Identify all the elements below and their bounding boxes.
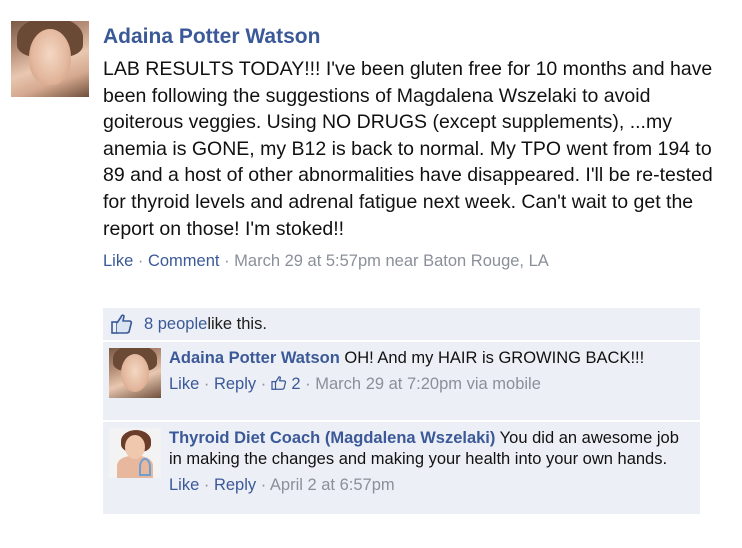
comment-reply-link[interactable]: Reply bbox=[214, 375, 256, 393]
awareness-ribbon-icon bbox=[139, 458, 151, 476]
post-author-avatar[interactable] bbox=[11, 21, 89, 97]
comment-item: Thyroid Diet Coach (Magdalena Wszelaki) … bbox=[103, 422, 700, 514]
separator: · bbox=[199, 476, 214, 494]
separator: · bbox=[300, 375, 316, 393]
comment-timestamp[interactable]: April 2 at 6:57pm bbox=[270, 476, 395, 494]
avatar-face bbox=[125, 435, 145, 459]
separator: · bbox=[199, 375, 214, 393]
comment-like-link[interactable]: Like bbox=[169, 375, 199, 393]
comment-like-link[interactable]: Like bbox=[169, 476, 199, 494]
commenter-avatar[interactable] bbox=[109, 348, 161, 398]
separator: · bbox=[256, 476, 270, 494]
likes-count-link[interactable]: 8 people bbox=[144, 315, 207, 334]
likes-suffix: like this. bbox=[207, 314, 267, 333]
comment-timestamp[interactable]: March 29 at 7:20pm via mobile bbox=[315, 375, 541, 393]
thumbs-up-icon bbox=[271, 376, 286, 390]
comment-like-count[interactable]: 2 bbox=[271, 375, 301, 393]
comment-text-block: Thyroid Diet Coach (Magdalena Wszelaki) … bbox=[169, 428, 692, 470]
comment-actions: Like · Reply · April 2 at 6:57pm bbox=[169, 474, 692, 496]
comment-link[interactable]: Comment bbox=[148, 252, 220, 270]
comment-actions: Like · Reply · 2 · March 29 at 7:20pm vi… bbox=[169, 373, 692, 395]
separator: · bbox=[133, 252, 148, 271]
post-author-name[interactable]: Adaina Potter Watson bbox=[103, 24, 723, 50]
separator: · bbox=[256, 375, 271, 393]
post-actions: Like · Comment · March 29 at 5:57pm near… bbox=[103, 250, 723, 272]
avatar-face bbox=[121, 354, 149, 392]
post-body: LAB RESULTS TODAY!!! I've been gluten fr… bbox=[103, 58, 713, 240]
comment-item: Adaina Potter Watson OH! And my HAIR is … bbox=[103, 342, 700, 420]
likes-summary: 8 people like this. bbox=[103, 308, 700, 340]
comments-section: 8 people like this. Adaina Potter Watson… bbox=[103, 308, 700, 514]
post: Adaina Potter Watson LAB RESULTS TODAY!!… bbox=[103, 24, 723, 272]
commenter-avatar[interactable] bbox=[109, 428, 161, 478]
like-count-value: 2 bbox=[291, 375, 301, 393]
avatar-face bbox=[29, 29, 71, 85]
comment-reply-link[interactable]: Reply bbox=[214, 476, 256, 494]
thumbs-up-icon bbox=[111, 314, 133, 334]
post-timestamp[interactable]: March 29 at 5:57pm near Baton Rouge, LA bbox=[234, 252, 549, 270]
like-link[interactable]: Like bbox=[103, 252, 133, 270]
comment-author[interactable]: Adaina Potter Watson bbox=[169, 349, 340, 367]
comment-body: OH! And my HAIR is GROWING BACK!!! bbox=[339, 349, 645, 367]
comment-text-block: Adaina Potter Watson OH! And my HAIR is … bbox=[169, 348, 692, 369]
comment-author[interactable]: Thyroid Diet Coach (Magdalena Wszelaki) bbox=[169, 429, 495, 447]
separator: · bbox=[219, 252, 235, 271]
